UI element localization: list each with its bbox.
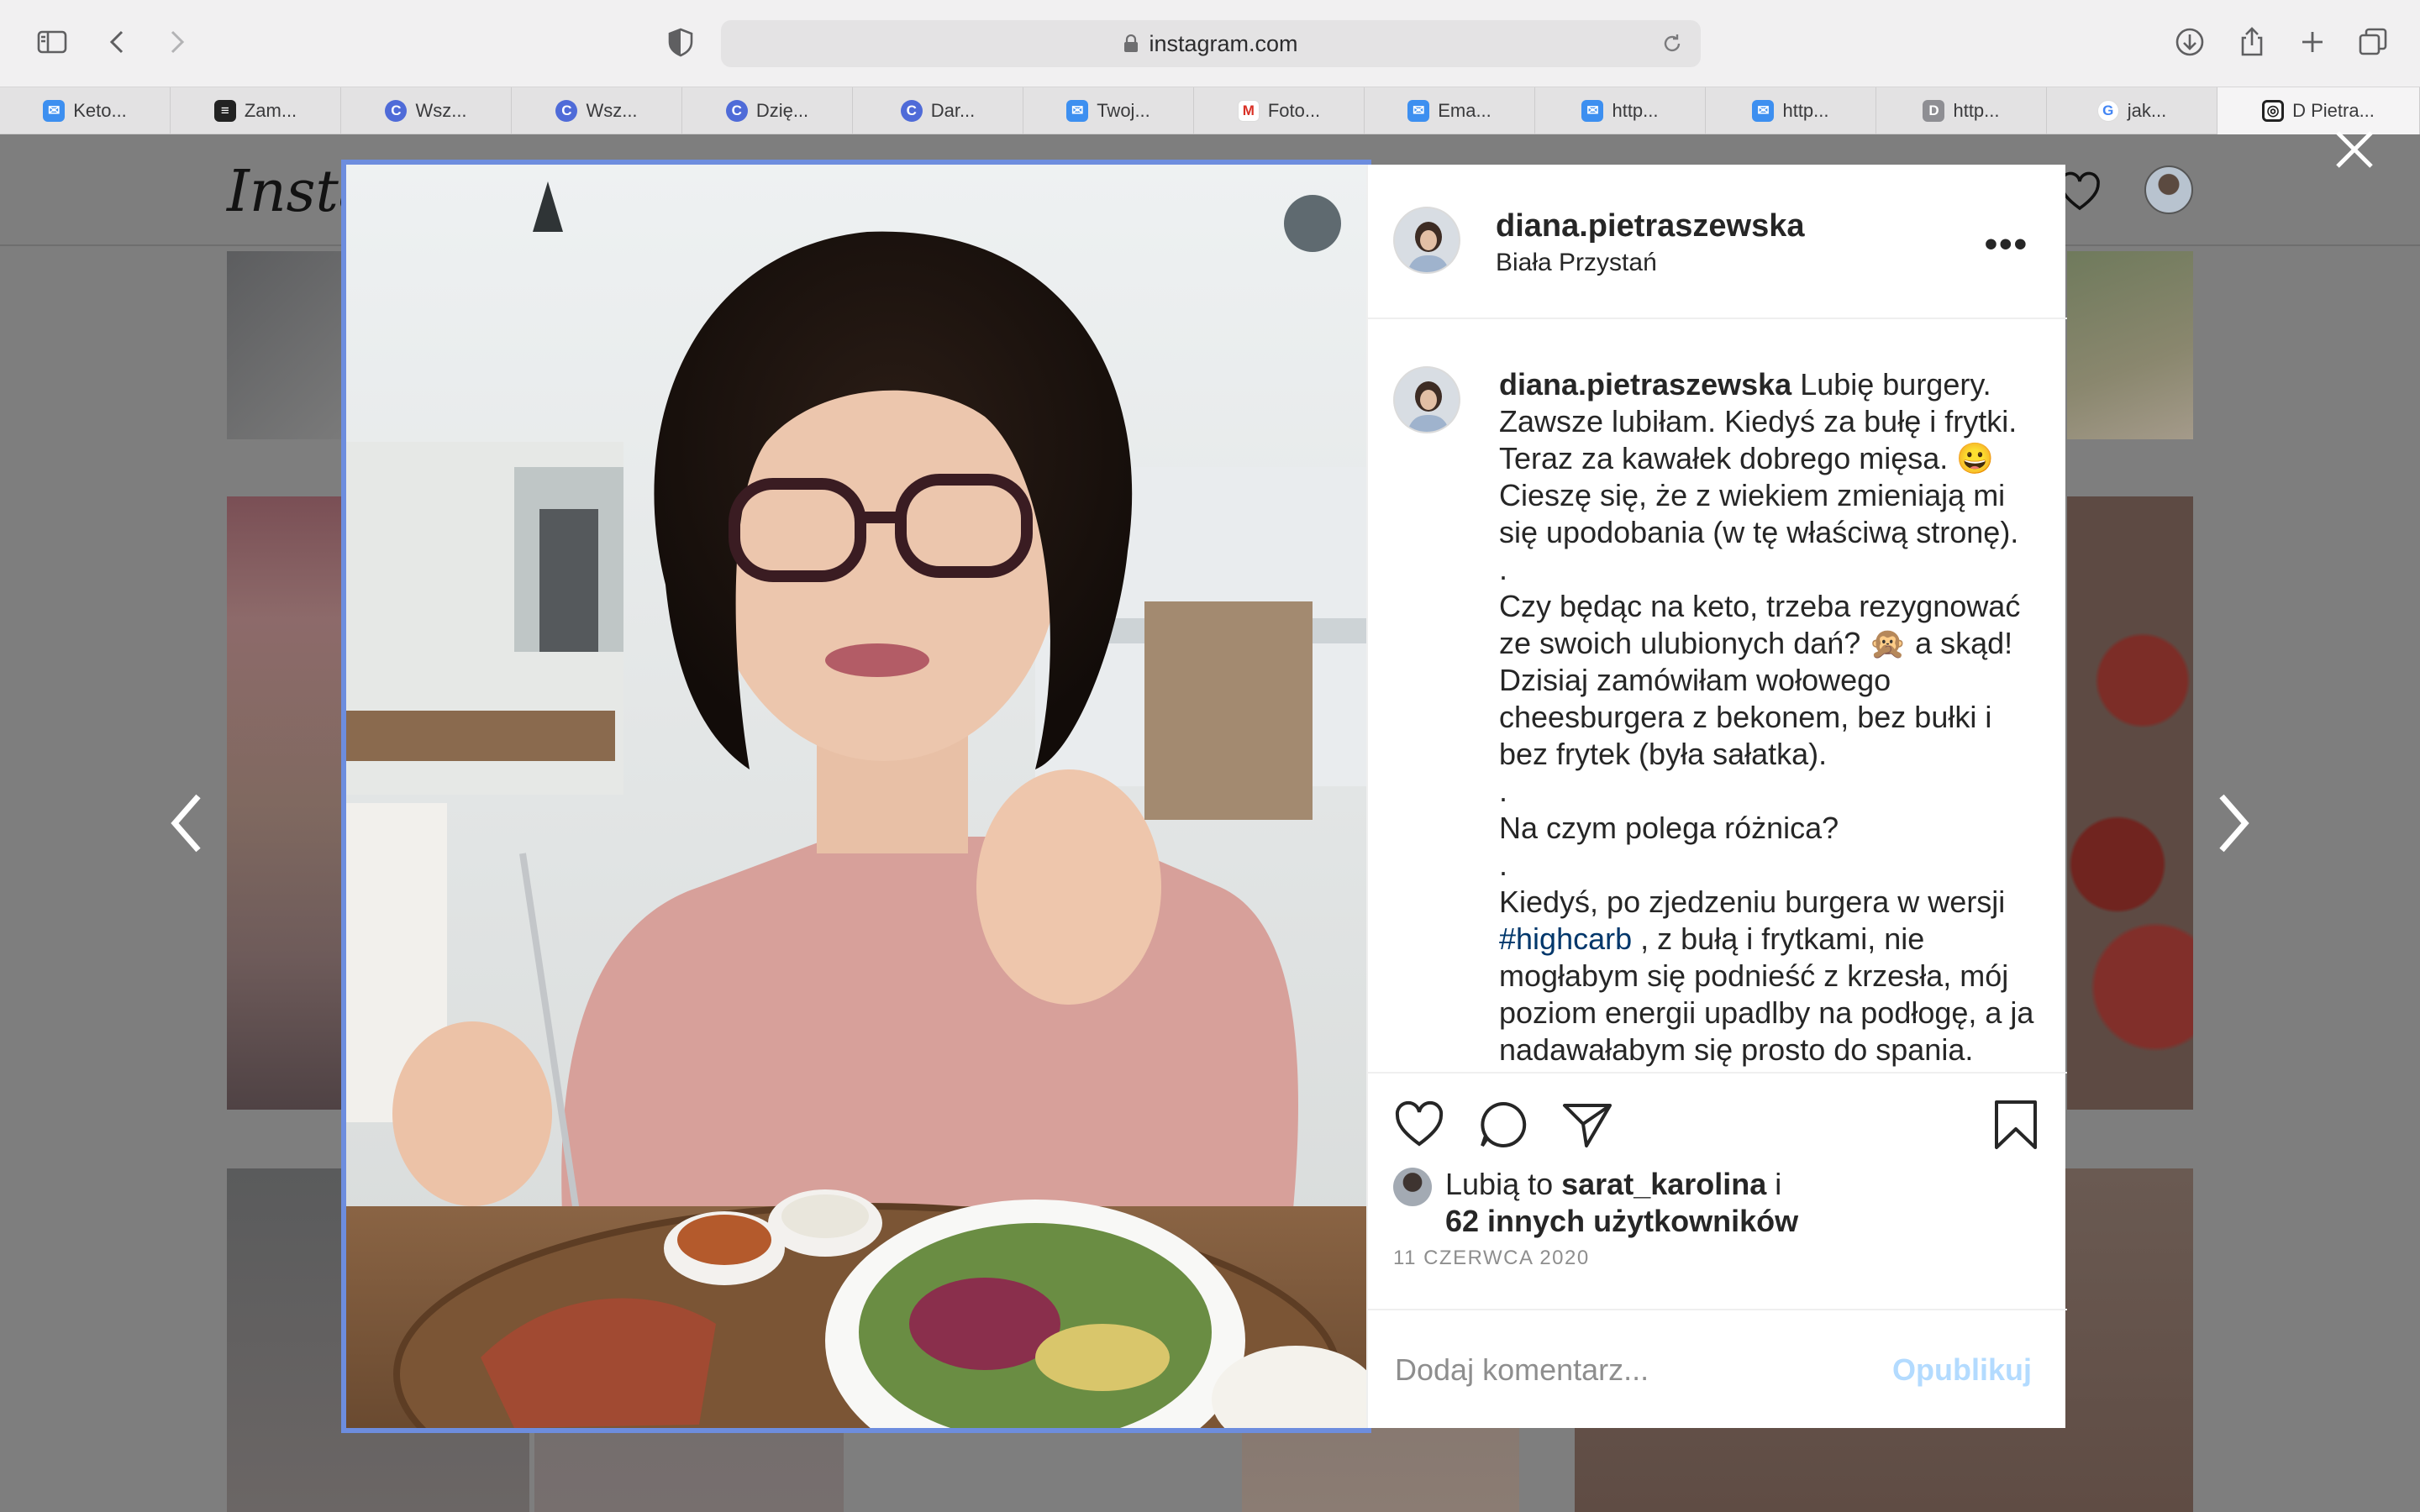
tab-label: Foto...	[1267, 100, 1321, 121]
c-icon: C	[385, 100, 408, 122]
share-icon[interactable]	[2232, 22, 2272, 62]
like-heart-icon[interactable]	[1393, 1099, 1445, 1151]
caption-text: diana.pietraszewska Lubię burgery. Zawsz…	[1499, 366, 2037, 1068]
c-icon: C	[725, 100, 748, 122]
next-post-arrow-icon[interactable]	[2213, 790, 2254, 857]
more-options-icon[interactable]: •••	[1985, 223, 2028, 265]
forward-icon[interactable]	[156, 22, 197, 62]
privacy-shield-icon[interactable]	[660, 22, 701, 62]
c-icon: C	[900, 100, 923, 122]
browser-tab[interactable]: C Dar...	[853, 87, 1023, 134]
caption-paragraph: Na czym polega różnica?	[1499, 811, 1839, 845]
back-icon[interactable]	[97, 22, 138, 62]
sidebar-toggle-icon[interactable]	[32, 22, 72, 62]
post-photo-image	[346, 165, 1366, 1428]
browser-toolbar: instagram.com	[0, 0, 2420, 87]
mail-icon: ✉	[1066, 100, 1089, 122]
comment-bubble-icon[interactable]	[1477, 1099, 1529, 1151]
browser-tab[interactable]: M Foto...	[1194, 87, 1365, 134]
author-username[interactable]: diana.pietraszewska	[1496, 208, 1805, 244]
gmail-icon: M	[1237, 100, 1260, 122]
post-photo[interactable]	[341, 160, 1371, 1433]
mail-icon: ✉	[1752, 100, 1775, 122]
grid-tile[interactable]	[227, 496, 345, 1110]
tab-label: Ema...	[1438, 100, 1491, 121]
liker-username[interactable]: sarat_karolina	[1561, 1167, 1766, 1201]
post-sidebar: diana.pietraszewska Biała Przystań ••• d…	[1366, 165, 2067, 1428]
browser-tab[interactable]: Dhttp...	[1876, 87, 2047, 134]
browser-tab[interactable]: ✉ http...	[1706, 87, 1876, 134]
likes-prefix: Lubią to	[1445, 1167, 1554, 1201]
save-bookmark-icon[interactable]	[1990, 1099, 2042, 1151]
likes-conjunction: i	[1775, 1167, 1782, 1201]
browser-tab[interactable]: ✉ Keto...	[0, 87, 171, 134]
tab-label: http...	[1782, 100, 1829, 121]
likes-others-link[interactable]: 62 innych użytkowników	[1445, 1204, 1798, 1238]
tab-label: D Pietra...	[2292, 100, 2375, 121]
browser-tab[interactable]: Gjak...	[2047, 87, 2217, 134]
tab-overview-icon[interactable]	[2353, 22, 2393, 62]
comment-input[interactable]: Dodaj komentarz...	[1395, 1352, 1649, 1388]
browser-tab[interactable]: C Dzię...	[682, 87, 853, 134]
caption-paragraph: Kiedyś, po zjedzeniu burgera w wersji	[1499, 885, 2006, 919]
mail-icon: ✉	[1407, 100, 1430, 122]
url-text: instagram.com	[1149, 30, 1298, 56]
google-icon: G	[2096, 100, 2119, 122]
post-modal: diana.pietraszewska Biała Przystań ••• d…	[341, 160, 2067, 1433]
close-icon[interactable]	[2333, 128, 2376, 171]
grid-tile[interactable]	[2067, 496, 2193, 1110]
grid-tile[interactable]	[2067, 251, 2193, 439]
tab-label: Wsz...	[415, 100, 467, 121]
comment-box: Dodaj komentarz... Opublikuj	[1368, 1309, 2067, 1428]
post-actions: Lubią to sarat_karolina i 62 innych użyt…	[1368, 1072, 2067, 1270]
post-date[interactable]: 11 CZERWCA 2020	[1393, 1247, 1590, 1270]
stack-icon: ≡	[213, 100, 236, 122]
browser-tab[interactable]: ✉ http...	[1535, 87, 1706, 134]
c-icon: C	[555, 100, 578, 122]
browser-tab[interactable]: C Wsz...	[341, 87, 512, 134]
publish-button[interactable]: Opublikuj	[1892, 1352, 2032, 1388]
tab-label: jak...	[2127, 100, 2167, 121]
caption-separator: .	[1499, 552, 1508, 586]
hashtag-link[interactable]: #highcarb	[1499, 921, 1632, 956]
caption-separator: .	[1499, 848, 1508, 882]
mail-icon: ✉	[43, 100, 66, 122]
browser-tab[interactable]: ≡ Zam...	[171, 87, 341, 134]
browser-tab-active[interactable]: ◎ D Pietra...	[2217, 87, 2420, 134]
likes-summary: Lubią to sarat_karolina i 62 innych użyt…	[1445, 1166, 1798, 1240]
mail-icon: ✉	[1581, 100, 1604, 122]
tab-label: http...	[1953, 100, 2000, 121]
caption-author-link[interactable]: diana.pietraszewska	[1499, 367, 1791, 402]
caption-paragraph: Czy będąc na keto, trzeba rezygnować ze …	[1499, 589, 2021, 771]
tab-label: http...	[1612, 100, 1659, 121]
address-bar[interactable]: instagram.com	[721, 20, 1701, 67]
tab-label: Wsz...	[586, 100, 638, 121]
browser-tab[interactable]: ✉ Twoj...	[1023, 87, 1194, 134]
new-tab-icon[interactable]	[2292, 22, 2333, 62]
downloads-icon[interactable]	[2170, 22, 2210, 62]
caption-author-avatar[interactable]	[1393, 366, 1460, 433]
browser-tab[interactable]: C Wsz...	[512, 87, 682, 134]
reload-icon[interactable]	[1660, 32, 1684, 55]
lock-icon	[1124, 34, 1139, 52]
browser-tab[interactable]: ✉ Ema...	[1365, 87, 1535, 134]
share-paper-plane-icon[interactable]	[1561, 1099, 1613, 1151]
post-header: diana.pietraszewska Biała Przystań •••	[1368, 165, 2067, 319]
tab-label: Keto...	[73, 100, 127, 121]
author-avatar[interactable]	[1393, 207, 1460, 274]
tab-label: Zam...	[244, 100, 297, 121]
profile-avatar[interactable]	[2144, 165, 2193, 214]
grid-tile[interactable]	[227, 251, 345, 439]
post-location[interactable]: Biała Przystań	[1496, 249, 1657, 277]
previous-post-arrow-icon[interactable]	[166, 790, 207, 857]
tab-bar: ✉ Keto... ≡ Zam... C Wsz... C Wsz... C Dzię..…	[0, 87, 2420, 134]
liker-avatar[interactable]	[1393, 1168, 1432, 1206]
instagram-icon: ◎	[2262, 100, 2285, 122]
caption-separator: .	[1499, 774, 1508, 808]
tab-label: Twoj...	[1097, 100, 1150, 121]
tab-label: Dzię...	[755, 100, 809, 121]
d-icon: D	[1923, 100, 1945, 122]
tab-label: Dar...	[930, 100, 976, 121]
